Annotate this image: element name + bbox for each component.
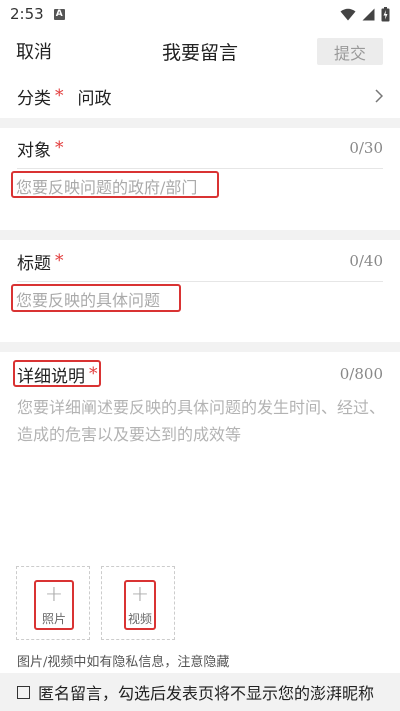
divider (17, 168, 383, 169)
category-row[interactable]: 分类 * 问政 (0, 74, 400, 118)
subject-label: 标题 (17, 253, 51, 274)
battery-charging-icon (381, 6, 390, 21)
status-time: 2:53 (10, 5, 44, 23)
subject-label-row: 标题 * 0/40 (0, 241, 400, 281)
required-mark: * (55, 86, 64, 106)
target-label-row: 对象 * 0/30 (0, 128, 400, 168)
target-counter: 0/30 (349, 139, 383, 157)
video-label: 视频 (127, 611, 152, 626)
detail-counter: 0/800 (339, 365, 383, 383)
photo-upload-tile[interactable]: + 照片 (16, 566, 90, 640)
submit-button[interactable]: 提交 (317, 38, 383, 65)
photo-label: 照片 (41, 611, 66, 626)
privacy-hint: 图片/视频中如有隐私信息，注意隐藏 (17, 655, 230, 670)
detail-label-highlight (13, 360, 101, 387)
status-right-icons (340, 6, 390, 22)
category-label: 分类 (17, 88, 51, 109)
category-value: 问政 (77, 88, 112, 109)
subject-placeholder: 您要反映的具体问题 (16, 291, 161, 310)
video-upload-tile[interactable]: + 视频 (101, 566, 175, 640)
signal-icon (362, 8, 375, 20)
required-mark: * (55, 138, 64, 158)
anonymous-bar: 匿名留言，勾选后发表页将不显示您的澎湃昵称 (0, 673, 400, 711)
section-divider (0, 342, 400, 352)
anonymous-checkbox[interactable] (17, 685, 30, 699)
target-label: 对象 (17, 140, 51, 161)
notification-icon: A (53, 8, 65, 20)
section-divider (0, 230, 400, 240)
section-divider (0, 118, 400, 128)
chevron-right-icon (375, 89, 383, 103)
wifi-icon (340, 8, 356, 20)
anonymous-label[interactable]: 匿名留言，勾选后发表页将不显示您的澎湃昵称 (38, 680, 374, 704)
plus-icon: + (44, 581, 64, 607)
subject-counter: 0/40 (349, 252, 383, 270)
required-mark: * (55, 251, 64, 271)
status-bar: 2:53 A (0, 0, 400, 28)
detail-textarea[interactable]: 您要详细阐述要反映的具体问题的发生时间、经过、造成的危害以及要达到的成效等 (17, 394, 387, 448)
target-placeholder: 您要反映问题的政府/部门 (16, 178, 198, 197)
photo-upload-button[interactable]: + 照片 (34, 580, 74, 630)
nav-bar: 取消 我要留言 提交 (0, 28, 400, 74)
video-upload-button[interactable]: + 视频 (124, 580, 156, 630)
plus-icon: + (130, 581, 150, 607)
divider (17, 281, 383, 282)
